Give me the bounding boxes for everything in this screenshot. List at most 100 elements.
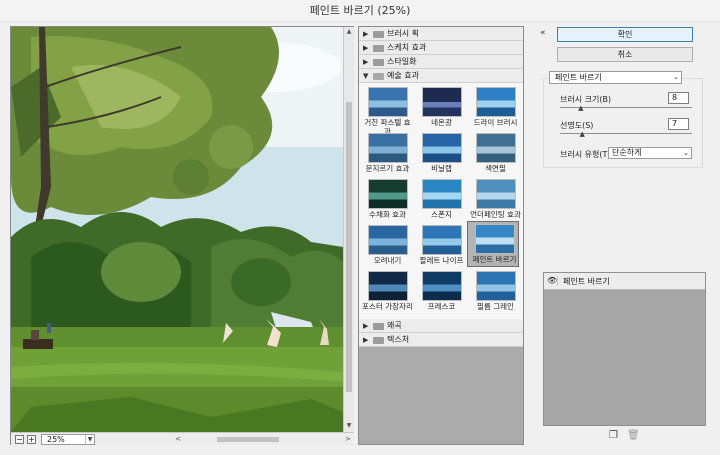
filter-thumb-selected[interactable]: 페인트 바르기	[467, 221, 519, 267]
filter-thumbnail-image	[368, 179, 408, 209]
filter-thumb[interactable]: 색연필	[469, 131, 521, 177]
preview-vertical-scrollbar[interactable]: ▲ ▼	[343, 27, 354, 432]
filter-label: 오려내기	[373, 256, 402, 265]
filter-thumbnails: 거친 파스텔 효과 네온광 드라이 브러시 문지르기 효과 비닐랩 색연필 수채…	[359, 83, 523, 319]
filter-gallery: ▶ 브러시 획 ▶ 스케치 효과 ▶ 스타일화 ▼ 예술 효과 거친 파스텔 효…	[358, 26, 524, 445]
filter-thumbnail-image	[422, 87, 462, 117]
scroll-right-arrow-icon[interactable]: >	[343, 434, 353, 445]
preview-panel: ▲ ▼ − + 25% ▼ < >	[10, 26, 354, 445]
window-title: 페인트 바르기 (25%)	[0, 0, 720, 22]
cancel-button[interactable]: 취소	[557, 47, 693, 62]
brush-size-input[interactable]: 8	[668, 92, 689, 104]
brush-size-label: 브러시 크기(B)	[560, 95, 612, 104]
brush-type-label: 브러시 유형(T):	[560, 150, 614, 159]
filter-thumb[interactable]: 오려내기	[361, 223, 413, 269]
filter-thumbnail-image	[476, 179, 516, 209]
zoom-value: 25%	[47, 435, 65, 444]
filter-thumbnail-image	[368, 225, 408, 255]
filter-thumbnail-image	[422, 225, 462, 255]
chevron-down-icon: ⌄	[683, 149, 689, 157]
scroll-down-arrow-icon[interactable]: ▼	[344, 421, 354, 431]
scroll-left-arrow-icon[interactable]: <	[173, 434, 183, 445]
filter-thumb[interactable]: 문지르기 효과	[361, 131, 413, 177]
filter-thumb[interactable]: 네온광	[415, 85, 467, 131]
expand-arrow-icon: ▶	[363, 44, 369, 52]
filter-thumb[interactable]: 스폰지	[415, 177, 467, 223]
sharpness-input[interactable]: 7	[668, 118, 689, 130]
category-label: 텍스처	[387, 335, 410, 344]
sharpness-label: 선명도(S)	[560, 121, 594, 130]
vertical-scroll-thumb[interactable]	[346, 102, 352, 392]
filter-thumbnail-image	[476, 133, 516, 163]
expand-arrow-icon: ▶	[363, 58, 369, 66]
filter-label: 스폰지	[431, 210, 452, 219]
brush-size-slider-handle[interactable]: ▲	[578, 105, 583, 112]
preview-horizontal-scrollbar[interactable]: < >	[173, 434, 354, 445]
category-artistic[interactable]: ▼ 예술 효과	[359, 69, 523, 83]
filter-label: 드라이 브러시	[473, 118, 518, 127]
filter-thumbnail-image	[475, 224, 515, 254]
filter-label: 포스터 가장자리	[362, 302, 413, 311]
folder-icon	[373, 45, 384, 52]
filter-thumb[interactable]: 팔레트 나이프	[415, 223, 467, 269]
trash-icon[interactable]: 🗑	[627, 430, 640, 441]
zoom-select[interactable]: 25% ▼	[41, 434, 95, 445]
folder-icon	[373, 323, 384, 330]
filter-label: 비닐랩	[431, 164, 452, 173]
effect-layer-name: 페인트 바르기	[563, 277, 610, 286]
scroll-up-arrow-icon[interactable]: ▲	[344, 27, 354, 37]
preview-image[interactable]	[11, 27, 343, 432]
filter-thumb[interactable]: 언더페인팅 효과	[469, 177, 521, 223]
filter-label: 수채화 효과	[369, 210, 406, 219]
zoom-in-button[interactable]: +	[27, 435, 36, 444]
chevron-down-icon: ⌄	[673, 73, 679, 81]
new-layer-icon[interactable]: ❐	[609, 430, 620, 441]
folder-icon	[373, 59, 384, 66]
collapse-arrow-icon: ▼	[363, 72, 369, 80]
collapse-gallery-icon[interactable]: «	[540, 28, 550, 38]
category-texture[interactable]: ▶ 텍스처	[359, 333, 523, 347]
expand-arrow-icon: ▶	[363, 336, 369, 344]
zoom-out-button[interactable]: −	[15, 435, 24, 444]
filter-label: 색연필	[485, 164, 506, 173]
filter-label: 문지르기 효과	[365, 164, 410, 173]
filter-thumb[interactable]: 비닐랩	[415, 131, 467, 177]
horizontal-scroll-thumb[interactable]	[217, 437, 279, 442]
eye-icon[interactable]: 👁	[547, 276, 558, 286]
sharpness-slider-handle[interactable]: ▲	[579, 131, 584, 138]
filter-label: 언더페인팅 효과	[470, 210, 521, 219]
filter-thumbnail-image	[368, 87, 408, 117]
filter-thumb[interactable]: 포스터 가장자리	[361, 269, 413, 315]
ok-button[interactable]: 확인	[557, 27, 693, 42]
filter-label: 팔레트 나이프	[419, 256, 464, 265]
filter-thumb[interactable]: 프레스코	[415, 269, 467, 315]
filter-thumb[interactable]: 드라이 브러시	[469, 85, 521, 131]
folder-icon	[373, 31, 384, 38]
category-label: 왜곡	[387, 321, 402, 330]
effect-layer-row[interactable]: 👁 페인트 바르기	[544, 273, 705, 290]
filter-select[interactable]: 페인트 바르기 ⌄	[549, 71, 682, 84]
filter-thumb[interactable]: 수채화 효과	[361, 177, 413, 223]
folder-icon	[373, 73, 384, 80]
folder-icon	[373, 337, 384, 344]
category-label: 예술 효과	[387, 71, 419, 80]
effect-layers-panel: 👁 페인트 바르기	[543, 272, 706, 426]
category-label: 스타일화	[387, 57, 417, 66]
filter-thumb[interactable]: 필름 그레인	[469, 269, 521, 315]
category-stylize[interactable]: ▶ 스타일화	[359, 55, 523, 69]
filter-thumbnail-image	[368, 133, 408, 163]
expand-arrow-icon: ▶	[363, 322, 369, 330]
category-sketch[interactable]: ▶ 스케치 효과	[359, 41, 523, 55]
filter-select-value: 페인트 바르기	[555, 73, 602, 82]
filter-thumbnail-image	[422, 179, 462, 209]
expand-arrow-icon: ▶	[363, 30, 369, 38]
category-distort[interactable]: ▶ 왜곡	[359, 319, 523, 333]
filter-label: 필름 그레인	[477, 302, 514, 311]
brush-type-select[interactable]: 단순하게 ⌄	[608, 147, 692, 159]
filter-thumb[interactable]: 거친 파스텔 효과	[361, 85, 413, 136]
filter-thumbnail-image	[422, 133, 462, 163]
filter-thumbnail-image	[476, 87, 516, 117]
category-label: 브러시 획	[387, 29, 419, 38]
category-brush-strokes[interactable]: ▶ 브러시 획	[359, 27, 523, 41]
brush-type-value: 단순하게	[612, 148, 642, 157]
